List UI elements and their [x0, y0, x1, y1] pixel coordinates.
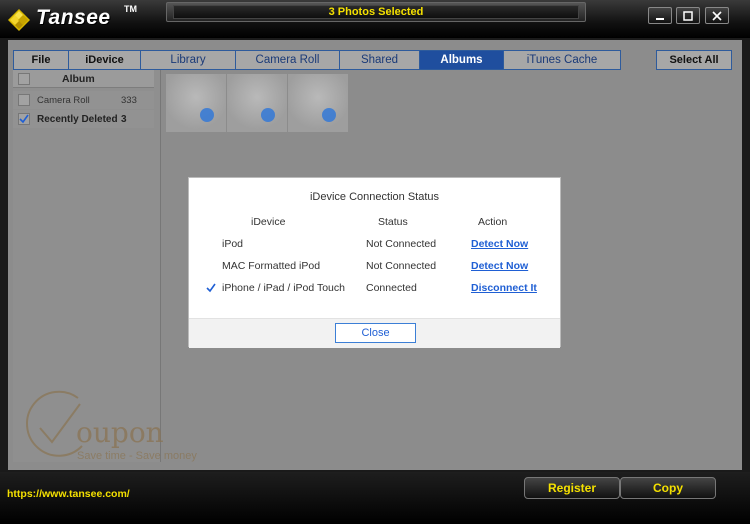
album-header-label: Album — [62, 73, 95, 85]
device-status: Not Connected — [366, 260, 437, 272]
album-list-header: Album — [13, 70, 154, 88]
detect-now-link[interactable]: Detect Now — [471, 260, 528, 272]
copy-button[interactable]: Copy — [620, 477, 716, 499]
watermark-subtext: Save time - Save money — [77, 450, 197, 462]
close-icon — [712, 10, 722, 21]
minimize-icon — [656, 17, 664, 20]
photo-thumbnail[interactable] — [227, 74, 287, 132]
tab-itunes-cache[interactable]: iTunes Cache — [504, 50, 621, 70]
photo-thumbnail[interactable] — [166, 74, 226, 132]
tab-library[interactable]: Library — [141, 50, 236, 70]
window-title: 3 Photos Selected — [328, 6, 424, 18]
tab-shared[interactable]: Shared — [340, 50, 420, 70]
album-name: Recently Deleted — [37, 114, 118, 125]
device-name: iPod — [222, 238, 244, 250]
maximize-icon — [683, 10, 693, 21]
device-status: Connected — [366, 282, 417, 294]
logo-text: Tansee — [36, 6, 111, 29]
column-header-idevice: iDevice — [251, 216, 286, 228]
watermark-text: oupon — [76, 416, 164, 449]
album-checkbox[interactable] — [18, 113, 30, 125]
tansee-diamond-icon — [8, 9, 30, 31]
tab-camera-roll[interactable]: Camera Roll — [236, 50, 340, 70]
selected-dot-icon — [322, 108, 336, 122]
checkmark-icon — [19, 114, 29, 124]
register-button[interactable]: Register — [524, 477, 620, 499]
album-count: 3 — [121, 114, 127, 125]
album-count: 333 — [121, 95, 137, 106]
column-header-action: Action — [478, 216, 508, 228]
close-window-button[interactable] — [705, 7, 729, 24]
title-bar: Tansee TM 3 Photos Selected — [0, 0, 750, 38]
window-title-plate: 3 Photos Selected — [166, 2, 586, 22]
selected-dot-icon — [200, 108, 214, 122]
tab-file[interactable]: File — [13, 50, 69, 70]
album-checkbox[interactable] — [18, 94, 30, 106]
minimize-button[interactable] — [648, 7, 672, 24]
disconnect-link[interactable]: Disconnect It — [471, 282, 537, 294]
tab-idevice[interactable]: iDevice — [69, 50, 141, 70]
website-link[interactable]: https://www.tansee.com/ — [7, 488, 130, 500]
tab-albums[interactable]: Albums — [420, 50, 504, 70]
column-header-status: Status — [378, 216, 408, 228]
device-status: Not Connected — [366, 238, 437, 250]
device-name: iPhone / iPad / iPod Touch — [222, 282, 345, 294]
album-row-recently-deleted[interactable]: Recently Deleted 3 — [13, 110, 154, 128]
connection-status-dialog: iDevice Connection Status iDevice Status… — [188, 177, 561, 348]
logo-trademark: TM — [124, 4, 137, 14]
selected-dot-icon — [261, 108, 275, 122]
device-name: MAC Formatted iPod — [222, 260, 321, 272]
album-name: Camera Roll — [37, 95, 90, 106]
tab-bar: File iDevice Library Camera Roll Shared … — [13, 50, 621, 70]
coupon-watermark: oupon Save time - Save money — [22, 386, 212, 466]
album-row-camera-roll[interactable]: Camera Roll 333 — [13, 91, 154, 109]
dialog-close-button[interactable]: Close — [335, 323, 416, 343]
album-panel: Album Camera Roll 333 Recently Deleted 3… — [13, 70, 197, 462]
detect-now-link[interactable]: Detect Now — [471, 238, 528, 250]
bottom-bar: https://www.tansee.com/ Register Copy — [0, 472, 750, 524]
photo-thumbnails — [166, 74, 348, 132]
connected-check-icon — [206, 283, 216, 293]
dialog-footer: Close — [189, 318, 560, 348]
maximize-button[interactable] — [676, 7, 700, 24]
tansee-logo: Tansee TM — [8, 4, 138, 32]
dialog-title: iDevice Connection Status — [309, 191, 439, 203]
photo-thumbnail[interactable] — [288, 74, 348, 132]
select-all-albums-checkbox[interactable] — [18, 73, 30, 85]
select-all-button[interactable]: Select All — [656, 50, 732, 70]
